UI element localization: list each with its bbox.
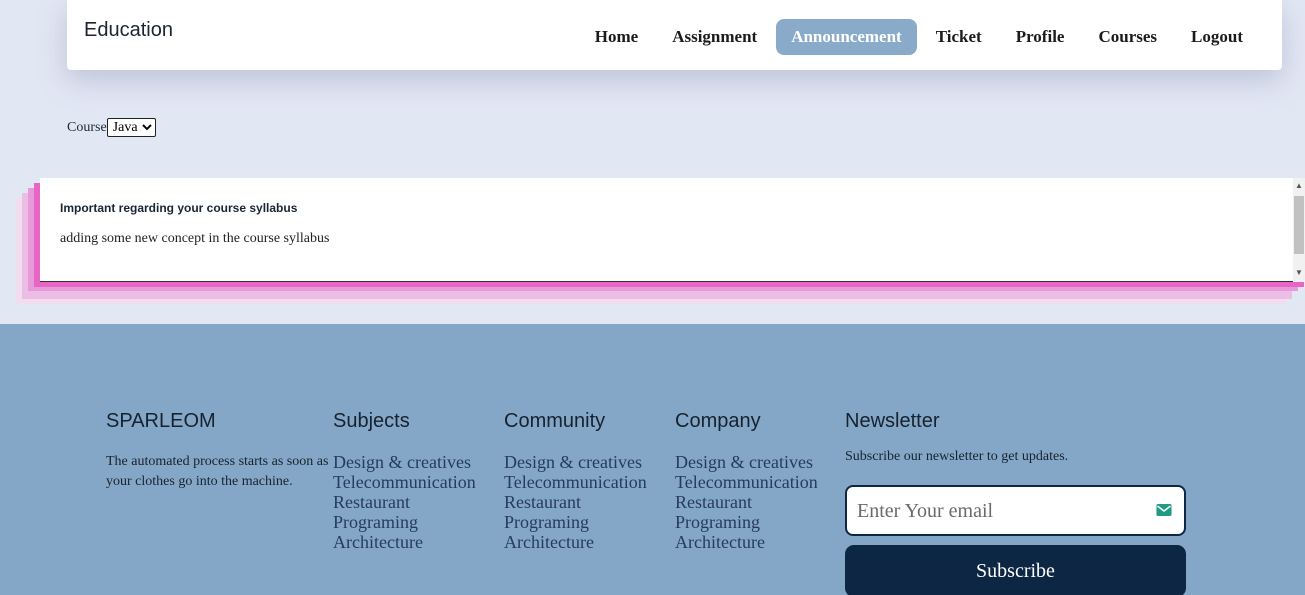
community-link[interactable]: Programing [504, 512, 647, 532]
subjects-link[interactable]: Architecture [333, 532, 476, 552]
community-link[interactable]: Architecture [504, 532, 647, 552]
brand-logo[interactable]: Education [84, 19, 173, 42]
company-link[interactable]: Restaurant [675, 492, 818, 512]
announcement-body: adding some new concept in the course sy… [60, 231, 330, 246]
company-title: Company [675, 410, 761, 432]
footer-brand-title: SPARLEOM [106, 410, 216, 432]
subjects-title: Subjects [333, 410, 410, 432]
newsletter-title: Newsletter [845, 410, 940, 432]
announcement-title: Important regarding your course syllabus [60, 201, 298, 215]
subjects-link[interactable]: Restaurant [333, 492, 476, 512]
nav-logout[interactable]: Logout [1176, 19, 1258, 55]
company-link[interactable]: Telecommunication [675, 472, 818, 492]
email-input[interactable] [857, 497, 1147, 525]
announcement-card: Important regarding your course syllabus… [40, 178, 1293, 282]
footer-brand-column: SPARLEOM The automated process starts as… [106, 410, 331, 492]
company-link[interactable]: Programing [675, 512, 818, 532]
nav-links: Home Assignment Announcement Ticket Prof… [576, 19, 1258, 55]
top-navbar: Education Home Assignment Announcement T… [67, 0, 1282, 70]
company-link[interactable]: Architecture [675, 532, 818, 552]
community-link[interactable]: Telecommunication [504, 472, 647, 492]
scroll-thumb[interactable] [1294, 196, 1304, 254]
nav-assignment[interactable]: Assignment [657, 19, 772, 55]
company-link[interactable]: Design & creatives [675, 452, 818, 472]
nav-home[interactable]: Home [580, 19, 653, 55]
course-select[interactable]: Java [106, 118, 156, 137]
card-scrollbar[interactable]: ▲ ▼ [1293, 178, 1305, 282]
course-label: Course [67, 119, 107, 135]
footer-subjects-column: Subjects Design & creatives Telecommunic… [333, 410, 476, 552]
community-link[interactable]: Design & creatives [504, 452, 647, 472]
newsletter-text: Subscribe our newsletter to get updates. [845, 449, 1069, 464]
nav-announcement[interactable]: Announcement [776, 19, 917, 55]
subjects-link[interactable]: Programing [333, 512, 476, 532]
scroll-up-icon[interactable]: ▲ [1295, 182, 1303, 190]
nav-ticket[interactable]: Ticket [921, 19, 997, 55]
nav-profile[interactable]: Profile [1001, 19, 1080, 55]
subjects-link[interactable]: Telecommunication [333, 472, 476, 492]
community-title: Community [504, 410, 606, 432]
site-footer: SPARLEOM The automated process starts as… [0, 324, 1305, 595]
subscribe-button[interactable]: Subscribe [845, 545, 1186, 595]
footer-community-column: Community Design & creatives Telecommuni… [504, 410, 647, 552]
footer-brand-text: The automated process starts as soon as … [106, 454, 329, 489]
footer-company-column: Company Design & creatives Telecommunica… [675, 410, 818, 552]
community-link[interactable]: Restaurant [504, 492, 647, 512]
footer-newsletter-column: Newsletter Subscribe our newsletter to g… [845, 410, 1186, 595]
subjects-link[interactable]: Design & creatives [333, 452, 476, 472]
course-filter: Course Java [67, 118, 156, 137]
scroll-down-icon[interactable]: ▼ [1295, 269, 1303, 277]
nav-courses[interactable]: Courses [1083, 19, 1172, 55]
mail-icon [1156, 504, 1172, 516]
email-field-container [845, 485, 1186, 536]
